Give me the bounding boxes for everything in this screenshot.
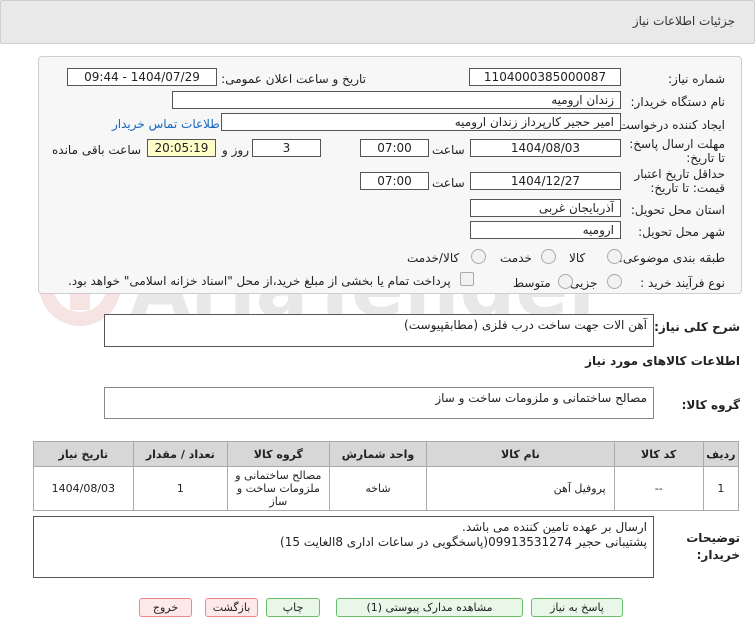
validity-label: حداقل تاریخ اعتبار قیمت: تا تاریخ:	[634, 167, 725, 195]
deadline-time-label: ساعت	[432, 143, 465, 157]
col-unit: واحد شمارش	[328, 441, 428, 467]
table-row: 1 -- پروفیل آهن شاخه مصالح ساختمانی و مل…	[33, 466, 740, 511]
province-label: استان محل تحویل:	[630, 203, 725, 217]
validity-time-label: ساعت	[432, 176, 465, 190]
treasury-payment-checkbox[interactable]	[460, 272, 474, 286]
page-title: جزئیات اطلاعات نیاز	[632, 14, 735, 28]
process-radio-medium[interactable]	[558, 274, 573, 289]
deadline-date-field: 1404/08/03	[470, 139, 621, 157]
category-option-goods: کالا	[569, 251, 586, 265]
cell-unit: شاخه	[328, 466, 428, 511]
back-button[interactable]: بازگشت	[205, 598, 258, 617]
category-radio-both[interactable]	[471, 249, 486, 264]
creator-field: امیر حجیر کارپرداز زندان ارومیه	[221, 113, 621, 131]
reply-button[interactable]: پاسخ به نیاز	[531, 598, 623, 617]
validity-time-field: 07:00	[360, 172, 429, 190]
category-label: طبقه بندی موضوعی:	[618, 251, 725, 265]
notes-label: توضیحات خریدار:	[686, 531, 740, 562]
goods-section-title: اطلاعات کالاهای مورد نیاز	[585, 354, 740, 368]
process-option-minor: جزیی	[570, 276, 598, 290]
cell-need-date: 1404/08/03	[33, 466, 134, 511]
remaining-time-field: 20:05:19	[147, 139, 216, 157]
days-label: روز و	[222, 143, 249, 157]
process-option-medium: متوسط	[513, 276, 551, 290]
process-radio-minor[interactable]	[607, 274, 622, 289]
buyer-contact-link[interactable]: اطلاعات تماس خریدار	[112, 117, 223, 131]
need-number-field: 1104000385000087	[469, 68, 621, 86]
goods-table: ردیف کد کالا نام کالا واحد شمارش گروه کا…	[33, 441, 740, 511]
notes-line-2: پشتیبانی حجیر 09913531274(پاسخگویی در سا…	[280, 535, 647, 549]
category-option-service: خدمت	[500, 251, 532, 265]
cell-goods-name: پروفیل آهن	[426, 466, 615, 511]
notes-field: ارسال بر عهده تامین کننده می باشد. پشتیب…	[33, 516, 654, 578]
creator-label: ایجاد کننده درخواست:	[614, 118, 725, 132]
deadline-time-field: 07:00	[360, 139, 429, 157]
announce-field: 1404/07/29 - 09:44	[67, 68, 217, 86]
remaining-label: ساعت باقی مانده	[52, 143, 142, 157]
col-quantity: تعداد / مقدار	[132, 441, 228, 467]
process-label: نوع فرآیند خرید :	[640, 276, 725, 290]
announce-label: تاریخ و ساعت اعلان عمومی:	[221, 72, 366, 86]
print-button[interactable]: چاپ	[266, 598, 320, 617]
category-radio-service[interactable]	[541, 249, 556, 264]
days-field: 3	[252, 139, 321, 157]
table-header-row: ردیف کد کالا نام کالا واحد شمارش گروه کا…	[33, 441, 740, 467]
goods-group-field: مصالح ساختمانی و ملزومات ساخت و ساز	[104, 387, 654, 419]
category-option-both: کالا/خدمت	[407, 251, 460, 265]
cell-quantity: 1	[132, 466, 228, 511]
deadline-label: مهلت ارسال پاسخ: تا تاریخ:	[629, 137, 725, 165]
province-field: آذربایجان غربی	[470, 199, 621, 217]
col-goods-name: نام کالا	[426, 441, 615, 467]
cell-goods-code: --	[613, 466, 704, 511]
exit-button[interactable]: خروج	[139, 598, 192, 617]
summary-label: شرح کلی نیاز:	[654, 320, 740, 334]
summary-field: آهن الات جهت ساخت درب فلزی (مطابقپیوست)	[104, 314, 654, 347]
goods-group-label: گروه کالا:	[681, 398, 740, 412]
col-goods-code: کد کالا	[613, 441, 704, 467]
need-number-label: شماره نیاز:	[668, 72, 725, 86]
city-label: شهر محل تحویل:	[638, 225, 725, 239]
view-attachments-button[interactable]: مشاهده مدارک پیوستی (1)	[336, 598, 523, 617]
cell-goods-group: مصالح ساختمانی و ملزومات ساخت و ساز	[226, 466, 330, 511]
col-row-number: ردیف	[702, 441, 740, 467]
col-goods-group: گروه کالا	[226, 441, 330, 467]
buyer-field: زندان ارومیه	[172, 91, 621, 109]
category-radio-goods[interactable]	[607, 249, 622, 264]
notes-line-1: ارسال بر عهده تامین کننده می باشد.	[462, 520, 647, 534]
cell-row-number: 1	[702, 466, 740, 511]
col-need-date: تاریخ نیاز	[33, 441, 134, 467]
treasury-payment-note: پرداخت تمام یا بخشی از مبلغ خرید،از محل …	[68, 274, 451, 288]
validity-date-field: 1404/12/27	[470, 172, 621, 190]
city-field: ارومیه	[470, 221, 621, 239]
buyer-label: نام دستگاه خریدار:	[630, 95, 726, 109]
